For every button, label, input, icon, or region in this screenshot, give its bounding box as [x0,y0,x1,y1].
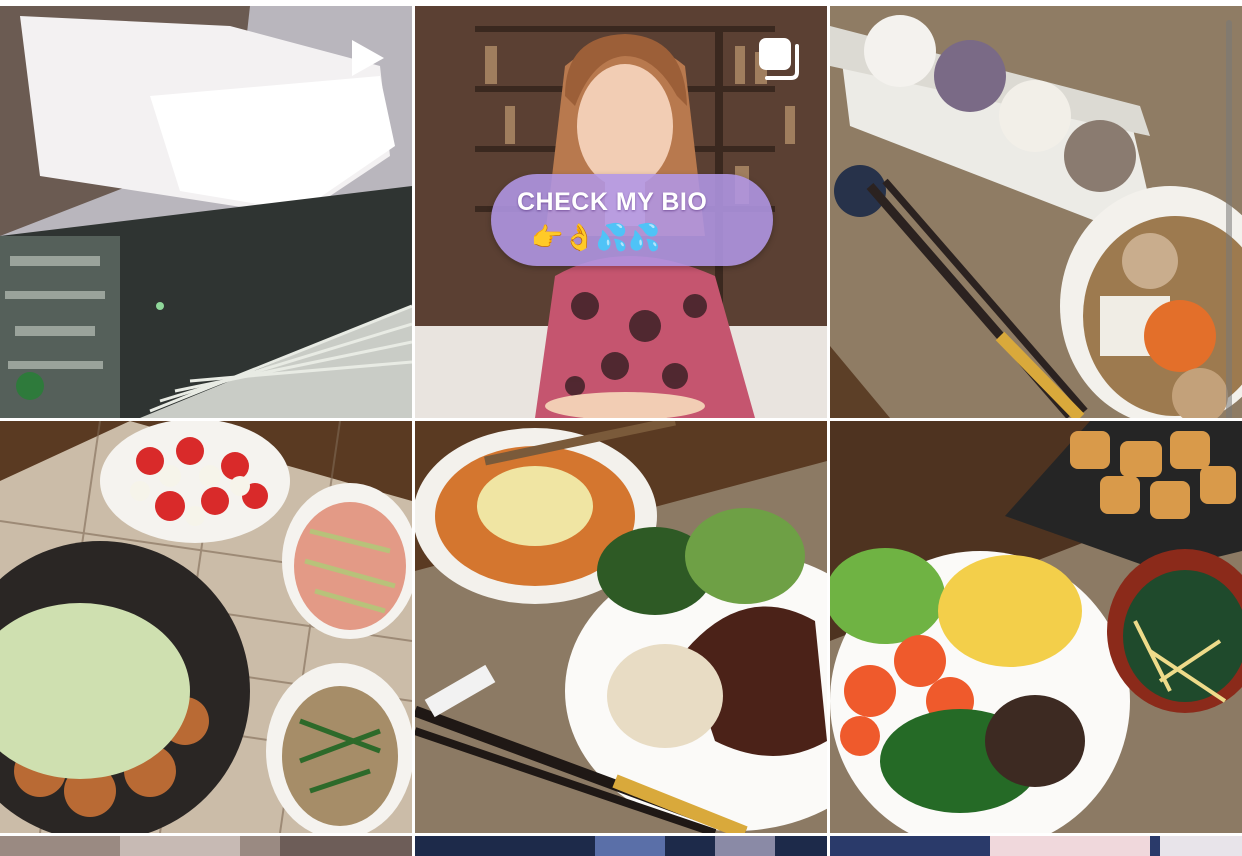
check-bio-sticker: CHECK MY BIO 👉👌💦💦 [491,174,773,266]
grid-tile-photo[interactable] [830,6,1242,418]
photo-thumbnail-image [415,421,827,833]
scrollbar[interactable] [1226,20,1232,418]
grid-tile-photo[interactable] [415,421,827,833]
photo-thumbnail-image [830,836,1242,856]
photo-thumbnail-image [830,421,1242,833]
grid-tile-carousel[interactable]: CHECK MY BIO 👉👌💦💦 [415,6,827,418]
photo-thumbnail-image [0,836,412,856]
grid-tile-photo[interactable] [830,421,1242,833]
post-grid: CHECK MY BIO 👉👌💦💦 [0,0,1242,856]
photo-thumbnail-image [415,836,827,856]
grid-tile-photo[interactable] [830,836,1242,856]
photo-thumbnail-image [0,421,412,833]
grid-tile-photo[interactable] [0,836,412,856]
sticker-emoji-row: 👉👌💦💦 [531,222,661,252]
sticker-text: CHECK MY BIO [517,188,708,216]
play-icon [352,40,384,76]
photo-thumbnail-image [830,6,1242,418]
grid-tile-photo[interactable] [415,836,827,856]
grid-tile-photo[interactable] [0,421,412,833]
carousel-icon [759,38,799,80]
grid-tile-video[interactable] [0,6,412,418]
